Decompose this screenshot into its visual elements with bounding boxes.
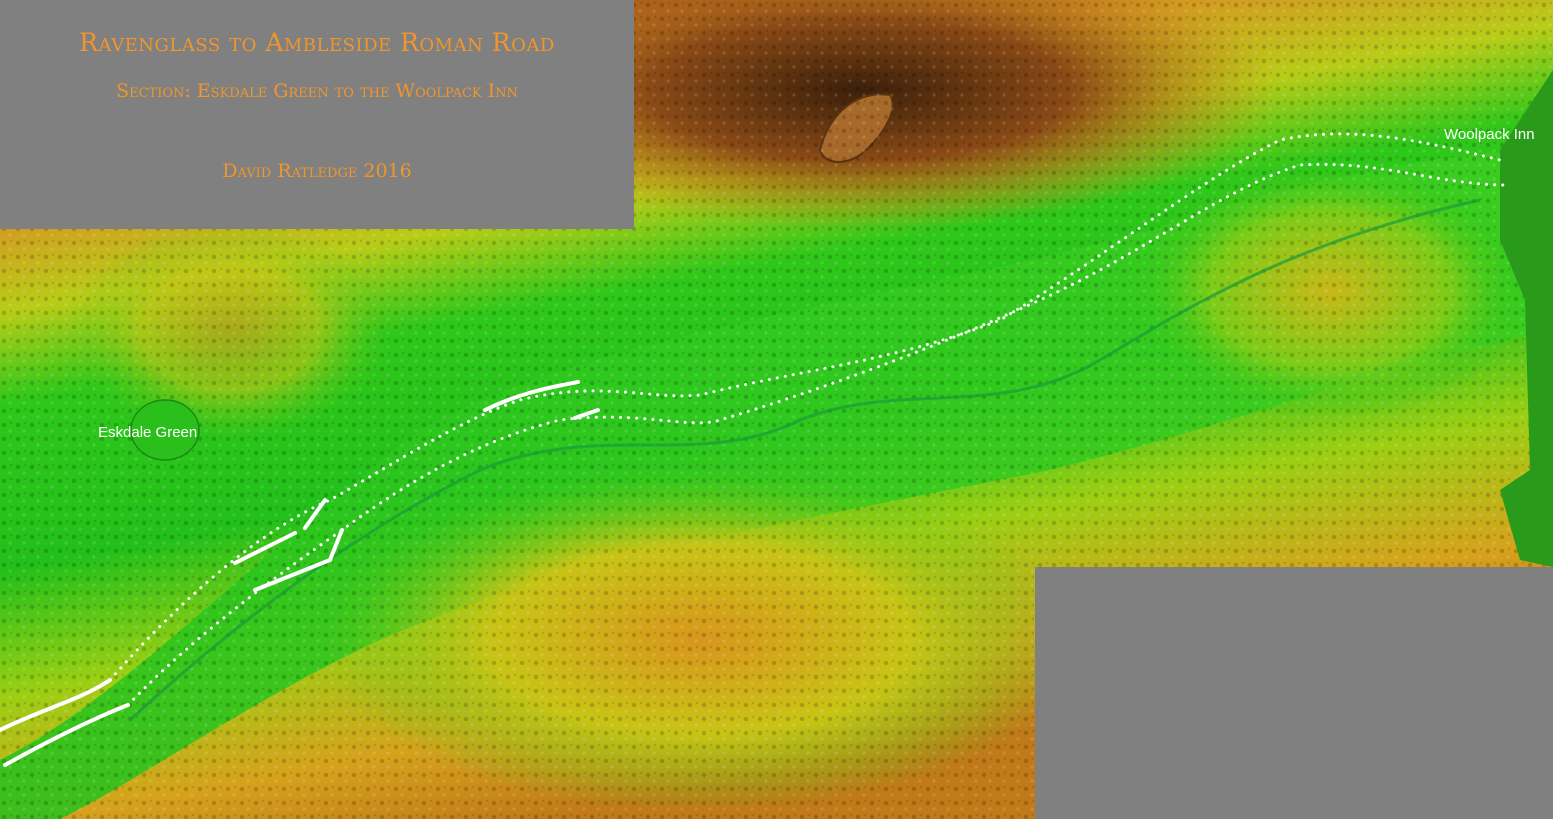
map-stage: Ravenglass to Ambleside Roman Road Secti… (0, 0, 1553, 819)
title-panel: Ravenglass to Ambleside Roman Road Secti… (0, 0, 634, 229)
place-label-woolpack-inn: Woolpack Inn (1444, 126, 1535, 143)
place-label-eskdale-green: Eskdale Green (98, 424, 198, 441)
map-title: Ravenglass to Ambleside Roman Road (79, 28, 555, 57)
blank-grey-panel (1035, 567, 1553, 819)
map-author-credit: David Ratledge 2016 (222, 160, 412, 182)
map-section-subtitle: Section: Eskdale Green to the Woolpack I… (116, 80, 518, 102)
